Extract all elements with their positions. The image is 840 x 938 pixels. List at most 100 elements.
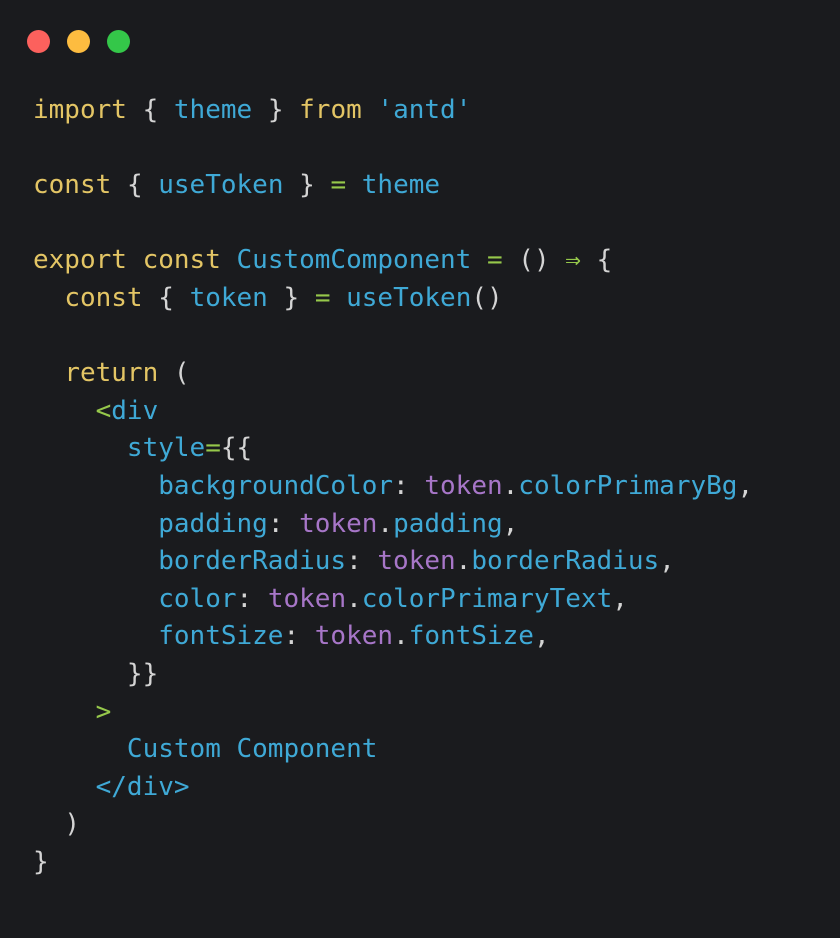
code-token: = [205,433,221,464]
code-line: </div> [0,769,840,807]
code-token: () [471,282,503,313]
code-token: , [612,583,628,614]
window-titlebar [0,0,840,82]
code-line: fontSize: token.fontSize, [0,618,840,656]
code-token: fontSize [158,621,284,652]
code-token: : [346,546,378,577]
code-token: borderRadius [158,546,347,577]
code-line: const { token } = useToken() [0,280,840,318]
code-token: theme [173,95,253,125]
code-window: import { theme } from 'antd' const { use… [0,0,840,938]
code-token: ⇒ [565,245,581,276]
code-line: return ( [0,355,840,393]
code-token: } [299,170,315,201]
code-token: } [283,282,300,313]
code-token: token [267,583,347,614]
code-token: const [142,245,221,276]
code-token: > [95,696,112,727]
code-token: const [33,170,112,201]
code-token: </div> [95,771,190,802]
code-line: Custom Component [0,731,840,769]
code-token: token [377,546,456,577]
code-token: token [189,282,268,313]
code-token: : [267,508,300,539]
code-token: . [502,470,519,501]
code-line: export const CustomComponent = () ⇒ { [0,242,840,280]
close-button[interactable] [27,29,50,53]
code-token: . [393,621,409,652]
code-token: fontSize [408,621,534,652]
code-token: { [158,282,174,313]
code-token: div [111,395,159,426]
code-token: () [518,245,550,276]
code-token: padding [393,508,503,539]
code-token: } [267,95,284,125]
code-token: {{ [220,433,253,464]
code-token: colorPrimaryText [361,583,613,614]
code-line: color: token.colorPrimaryText, [0,581,840,619]
code-token: const [64,282,143,313]
code-token: export [33,245,127,276]
code-token: . [455,546,472,577]
code-line: import { theme } from 'antd' [0,92,840,130]
code-token: : [236,583,268,614]
code-token: = [330,170,347,201]
code-token: useToken [158,170,284,201]
code-token: borderRadius [471,546,660,577]
code-line: ) [0,806,840,844]
code-token: token [314,621,394,652]
code-token: . [346,583,362,614]
code-token: = [486,245,503,276]
code-token: , [737,470,754,501]
code-line: style={{ [0,430,840,468]
code-token: backgroundColor [158,470,394,501]
maximize-button[interactable] [107,29,130,53]
code-line: backgroundColor: token.colorPrimaryBg, [0,468,840,506]
code-token: } [33,846,49,877]
minimize-button[interactable] [67,29,90,53]
code-token: padding [158,508,268,539]
code-token: { [142,95,159,125]
code-token: { [126,170,143,201]
code-token: token [424,470,503,501]
code-token: CustomComponent [236,245,472,276]
code-token: = [314,282,331,313]
code-line: }} [0,656,840,694]
code-block[interactable]: import { theme } from 'antd' const { use… [0,82,840,881]
code-token: return [64,358,159,389]
code-token: ( [173,358,190,389]
code-token: token [299,508,378,539]
code-token: ) [64,809,80,840]
